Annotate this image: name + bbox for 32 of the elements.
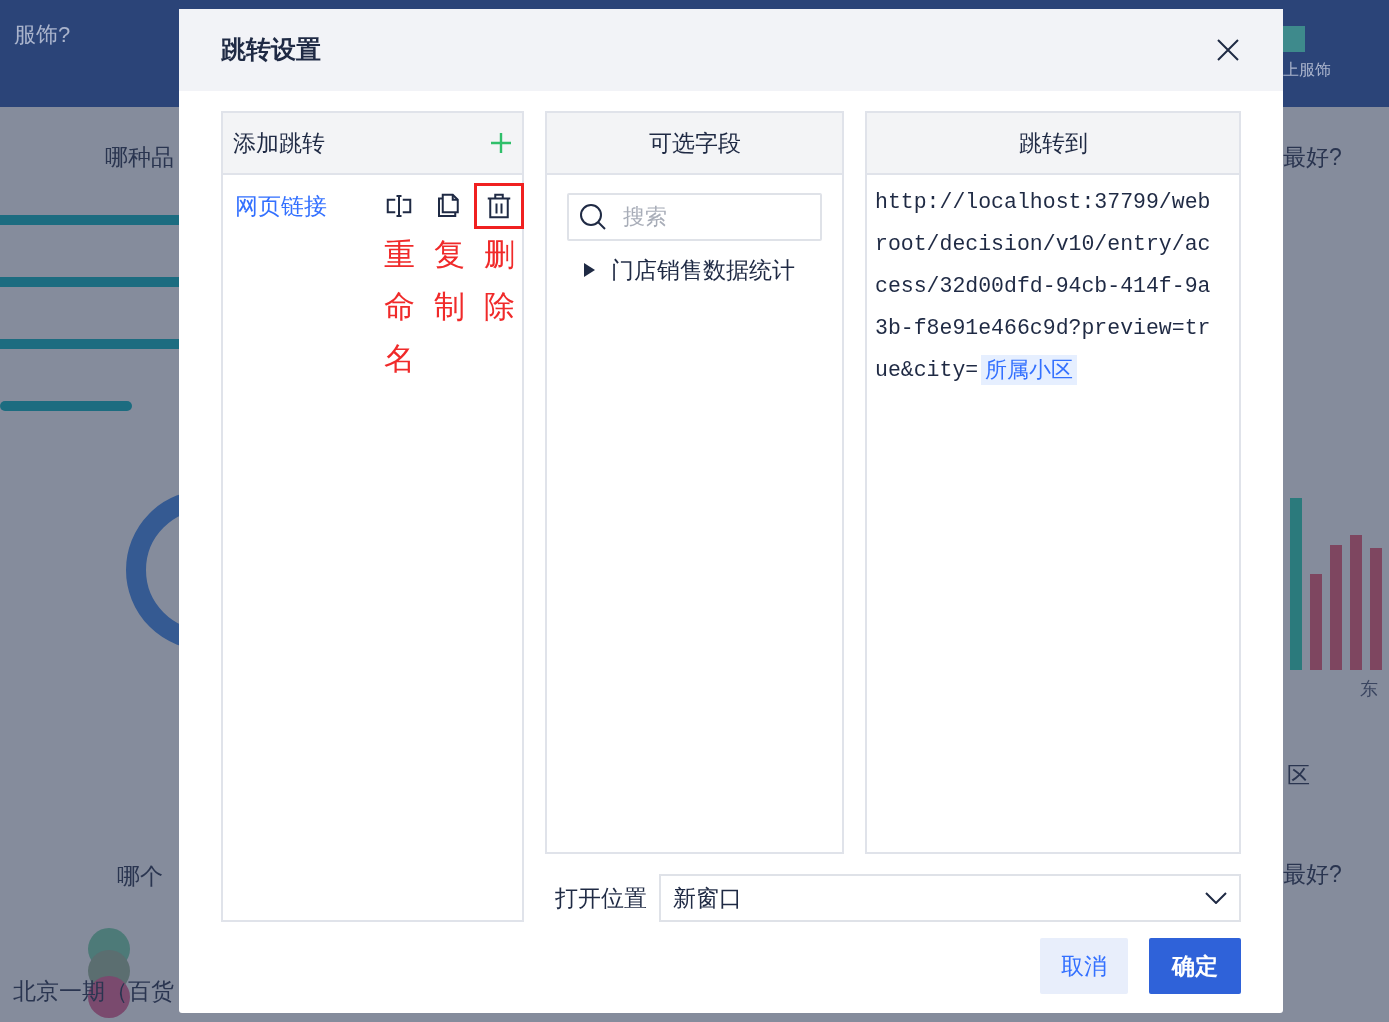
chevron-down-icon (1205, 892, 1227, 904)
legend-label: 上服饰 (1283, 60, 1331, 80)
tree-item[interactable]: 门店销售数据统计 (583, 253, 842, 288)
chart-title: 哪个 (117, 862, 163, 891)
search-field[interactable]: 搜索 (567, 193, 822, 241)
url-text: cess/32d00dfd-94cb-414f-9a (875, 273, 1211, 300)
legend-swatch (1283, 26, 1305, 52)
chart-title: 区 (1287, 761, 1310, 790)
panel-title: 可选字段 (648, 128, 741, 158)
annotation-text: 删除 (483, 236, 515, 326)
url-text: ue&city= (875, 357, 979, 384)
search-icon (579, 203, 607, 231)
location-select[interactable]: 新窗口 (659, 874, 1241, 922)
dialog-title: 跳转设置 (221, 34, 321, 66)
annotation-text: 复制 (433, 236, 465, 326)
close-icon[interactable] (1217, 39, 1239, 61)
panel-title: 添加跳转 (233, 128, 325, 158)
annotation-text: 重命名 (383, 236, 415, 378)
axis-label: 东 (1360, 678, 1378, 701)
chart-title: 最好? (1283, 860, 1342, 889)
header-subtitle: 服饰? (14, 21, 71, 49)
chart-title: 最好? (1283, 143, 1342, 172)
url-text: http://localhost:37799/web (875, 189, 1211, 216)
panel-title: 跳转到 (1018, 128, 1088, 158)
field-label: 打开位置 (555, 883, 647, 913)
field-chip[interactable]: 所属小区 (981, 355, 1078, 385)
confirm-button[interactable]: 确定 (1149, 938, 1241, 994)
cancel-button[interactable]: 取消 (1040, 938, 1128, 994)
jump-item[interactable]: 网页链接 (235, 183, 380, 385)
url-text: root/decision/v10/entry/ac (875, 231, 1211, 258)
chart-title: 哪种品 (105, 143, 174, 172)
url-text: 3b-f8e91e466c9d?preview=tr (875, 315, 1211, 342)
